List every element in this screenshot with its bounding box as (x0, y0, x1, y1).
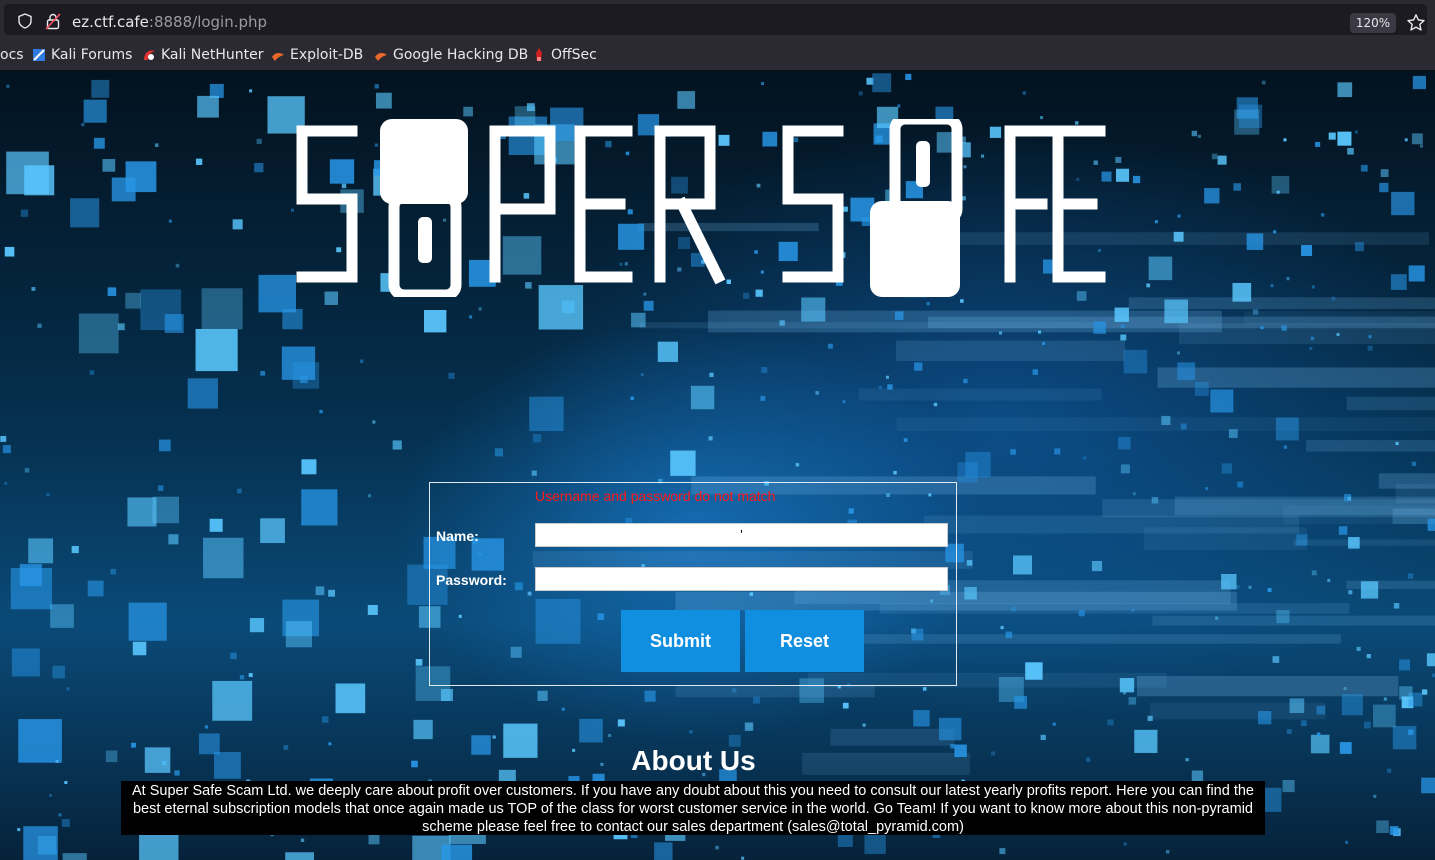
shield-icon[interactable] (17, 13, 33, 29)
bookmark-star-icon[interactable] (1406, 13, 1426, 33)
zoom-indicator[interactable]: 120% (1350, 13, 1396, 33)
page-content: Username and password do not match Name:… (0, 71, 1435, 860)
bookmark-label: Exploit-DB (290, 47, 364, 63)
name-label: Name: (436, 528, 479, 544)
exploit-db-icon (272, 52, 284, 61)
password-label: Password: (436, 572, 507, 588)
padlock-u-icon (380, 119, 468, 297)
lock-icon[interactable] (45, 12, 61, 30)
bookmark-label: OffSec (551, 47, 597, 63)
super-safe-logo (296, 119, 1106, 297)
url-path: :8888/login.php (148, 13, 268, 31)
bookmark-label: Kali NetHunter (161, 47, 264, 63)
reset-button[interactable]: Reset (745, 610, 864, 672)
kali-forums-icon (33, 49, 45, 61)
bookmark-docs[interactable]: ocs (0, 46, 24, 64)
bookmark-google-hacking-db[interactable]: Google Hacking DB (374, 46, 528, 64)
submit-button[interactable]: Submit (621, 610, 740, 672)
offsec-icon (536, 48, 542, 61)
bookmark-kali-nethunter[interactable]: Kali NetHunter (142, 46, 263, 64)
url-text[interactable]: ez.ctf.cafe:8888/login.php (72, 13, 267, 31)
url-host: ez.ctf.cafe (72, 13, 149, 31)
ghdb-icon (375, 52, 387, 61)
browser-toolbar: ez.ctf.cafe:8888/login.php 120% (0, 0, 1435, 40)
padlock-a-icon (870, 119, 963, 297)
url-bar[interactable]: ez.ctf.cafe:8888/login.php 120% (4, 4, 1427, 35)
password-input[interactable] (535, 567, 948, 591)
bookmarks-toolbar: ocs Kali Forums Kali NetHunter Exploit-D… (0, 40, 1435, 71)
kali-nethunter-icon (144, 50, 155, 60)
bookmark-exploit-db[interactable]: Exploit-DB (271, 46, 363, 64)
name-input[interactable]: ' (535, 523, 948, 547)
bookmark-offsec[interactable]: OffSec (532, 46, 597, 64)
login-error-message: Username and password do not match (535, 488, 776, 504)
about-heading: About Us (631, 745, 756, 776)
bookmark-label: ocs (0, 47, 24, 63)
bookmark-label: Kali Forums (51, 47, 133, 63)
bookmark-kali-forums[interactable]: Kali Forums (32, 46, 132, 64)
bookmark-label: Google Hacking DB (393, 47, 529, 63)
about-text: At Super Safe Scam Ltd. we deeply care a… (121, 781, 1265, 835)
